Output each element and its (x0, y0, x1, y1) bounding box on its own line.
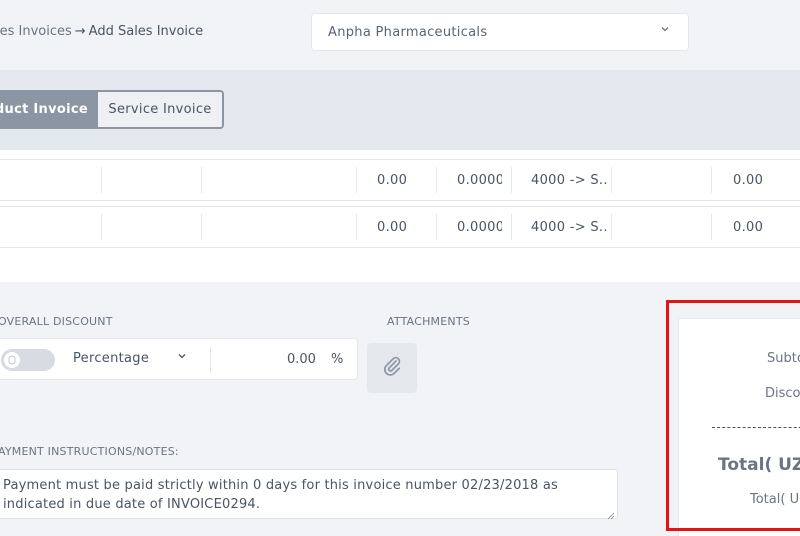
chevron-down-icon (660, 24, 670, 37)
resize-grip-icon[interactable] (606, 507, 615, 520)
line-items-table: 0.00 0.0000 4000 -> S... 0.00 0.00 0.000… (0, 150, 800, 282)
breadcrumb-current: Add Sales Invoice (88, 24, 204, 39)
column-divider (101, 214, 102, 240)
overall-discount-label: OVERALL DISCOUNT (0, 315, 113, 328)
summary-highlight-box (666, 300, 800, 531)
payment-notes-label: AYMENT INSTRUCTIONS/NOTES: (0, 445, 179, 458)
account-cell[interactable]: 4000 -> S... (531, 207, 609, 247)
percent-unit: % (331, 352, 344, 367)
column-divider (356, 214, 357, 240)
paperclip-icon (381, 355, 403, 381)
column-divider (611, 214, 612, 240)
company-select-value: Anpha Pharmaceuticals (328, 25, 488, 40)
column-divider (101, 167, 102, 193)
rate-cell[interactable]: 0.0000 (457, 207, 502, 247)
chevron-down-icon (177, 351, 187, 364)
overall-discount-field: Percentage 0.00 % (0, 338, 358, 380)
toggle-knob-icon (4, 352, 20, 368)
column-divider (201, 167, 202, 193)
column-divider (436, 167, 437, 193)
invoice-type-toggle: duct Invoice Service Invoice (0, 90, 224, 129)
breadcrumb: les Invoices → Add Sales Invoice (0, 24, 203, 39)
field-divider (210, 347, 211, 373)
column-divider (201, 214, 202, 240)
attachment-button[interactable] (367, 343, 417, 393)
amount-cell: 0.00 (733, 172, 764, 188)
account-cell[interactable]: 4000 -> S... (531, 160, 609, 200)
add-sales-invoice-page: les Invoices → Add Sales Invoice Anpha Pha… (0, 0, 800, 536)
breadcrumb-parent-link[interactable]: les Invoices (0, 24, 72, 39)
discount-toggle-switch[interactable] (1, 349, 55, 371)
payment-notes-textarea[interactable]: Payment must be paid strictly within 0 d… (0, 469, 618, 520)
quantity-cell[interactable]: 0.00 (377, 207, 437, 247)
column-divider (511, 214, 512, 240)
product-invoice-tab[interactable]: duct Invoice (0, 92, 98, 127)
service-invoice-tab[interactable]: Service Invoice (98, 92, 222, 127)
column-divider (611, 167, 612, 193)
discount-value-input[interactable]: 0.00 (287, 352, 316, 367)
amount-cell: 0.00 (733, 219, 764, 235)
company-select[interactable]: Anpha Pharmaceuticals (311, 13, 689, 51)
attachments-label: ATTACHMENTS (387, 315, 470, 328)
column-divider (356, 167, 357, 193)
column-divider (711, 167, 712, 193)
column-divider (511, 167, 512, 193)
quantity-cell[interactable]: 0.00 (377, 160, 437, 200)
column-divider (436, 214, 437, 240)
breadcrumb-arrow-icon: → (74, 24, 86, 39)
payment-notes-text: Payment must be paid strictly within 0 d… (3, 478, 558, 512)
rate-cell[interactable]: 0.0000 (457, 160, 502, 200)
table-row: 0.00 0.0000 4000 -> S... 0.00 (0, 159, 800, 201)
discount-type-select[interactable]: Percentage (73, 351, 149, 366)
invoice-type-band: duct Invoice Service Invoice (0, 70, 800, 150)
column-divider (711, 214, 712, 240)
table-row: 0.00 0.0000 4000 -> S... 0.00 (0, 206, 800, 248)
